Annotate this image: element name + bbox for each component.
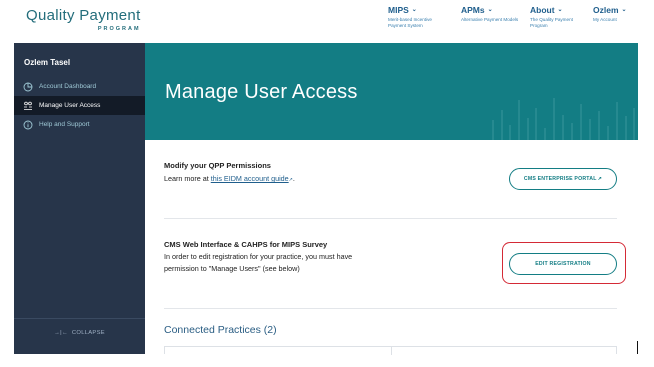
- sidebar-item-label: Account Dashboard: [39, 83, 97, 90]
- sidebar-item-account-dashboard[interactable]: Account Dashboard: [14, 77, 145, 96]
- registration-text-line2: permission to "Manage Users" (see below): [164, 264, 300, 273]
- qpp-logo[interactable]: Quality Payment PROGRAM: [26, 7, 141, 33]
- sidebar-divider: [14, 318, 145, 319]
- permissions-heading: Modify your QPP Permissions: [164, 161, 271, 170]
- section-divider: [164, 308, 617, 309]
- nav-about-subtitle: The Quality Payment Program: [530, 17, 573, 28]
- nav-about-label: About: [530, 5, 555, 15]
- external-link-icon: ↗: [597, 176, 603, 182]
- text-cursor-icon: [637, 341, 638, 354]
- info-icon: [23, 120, 33, 130]
- section-divider: [164, 218, 617, 219]
- sidebar-item-help-and-support[interactable]: Help and Support: [14, 115, 145, 134]
- sidebar-item-manage-user-access[interactable]: Manage User Access: [14, 96, 145, 115]
- registration-heading: CMS Web Interface & CAHPS for MIPS Surve…: [164, 240, 328, 249]
- permissions-text-suffix: .: [292, 174, 295, 183]
- dashboard-icon: [23, 82, 33, 92]
- collapse-button[interactable]: →|← COLLAPSE: [14, 330, 145, 336]
- decorative-lines-graphic: [492, 98, 635, 140]
- nav-account-label: Ozlem: [593, 5, 619, 15]
- sidebar: Ozlem Tasel Account Dashboard Manage Use…: [14, 43, 145, 354]
- cms-enterprise-portal-label: CMS ENTERPRISE PORTAL: [523, 176, 597, 182]
- logo-sub-text: PROGRAM: [97, 26, 141, 32]
- permissions-text-prefix: Learn more at: [164, 174, 211, 183]
- user-access-icon: [23, 101, 33, 111]
- cms-enterprise-portal-button[interactable]: CMS ENTERPRISE PORTAL ↗: [509, 168, 617, 190]
- nav-account[interactable]: Ozlem ⌄ My Account: [593, 5, 638, 23]
- connected-practices-heading: Connected Practices (2): [164, 324, 277, 336]
- collapse-arrows-icon: →|←: [54, 330, 72, 336]
- top-header: Quality Payment PROGRAM MIPS ⌄ Merit-base…: [0, 0, 654, 42]
- logo-main-text: Quality Payment: [26, 7, 141, 24]
- table-column-separator: [391, 347, 392, 355]
- chevron-down-icon: ⌄: [621, 7, 627, 13]
- chevron-down-icon: ⌄: [487, 7, 493, 13]
- edit-registration-button[interactable]: EDIT REGISTRATION: [509, 253, 617, 275]
- nav-mips[interactable]: MIPS ⌄ Merit-based Incentive Payment Syst…: [388, 5, 448, 28]
- sidebar-user-name: Ozlem Tasel: [24, 58, 71, 67]
- sidebar-item-label: Help and Support: [39, 121, 90, 128]
- sidebar-item-label: Manage User Access: [39, 102, 101, 109]
- nav-apms-label: APMs: [461, 5, 485, 15]
- nav-mips-subtitle: Merit-based Incentive Payment System: [388, 17, 432, 28]
- chevron-down-icon: ⌄: [411, 7, 417, 13]
- registration-text-line1: In order to edit registration for your p…: [164, 252, 353, 261]
- nav-apms-subtitle: Alternative Payment Models: [461, 17, 519, 22]
- nav-mips-label: MIPS: [388, 5, 409, 15]
- chevron-down-icon: ⌄: [557, 7, 563, 13]
- page-title: Manage User Access: [165, 81, 358, 103]
- connected-practices-table: [164, 346, 617, 355]
- nav-account-subtitle: My Account: [593, 17, 617, 22]
- eidm-guide-link[interactable]: this EIDM account guide: [211, 174, 289, 183]
- collapse-label: COLLAPSE: [71, 330, 105, 336]
- permissions-text: Learn more at this EIDM account guide↗.: [164, 173, 295, 186]
- nav-apms[interactable]: APMs ⌄ Alternative Payment Models: [461, 5, 521, 23]
- nav-about[interactable]: About ⌄ The Quality Payment Program: [530, 5, 578, 28]
- hero-banner: Manage User Access: [145, 43, 638, 140]
